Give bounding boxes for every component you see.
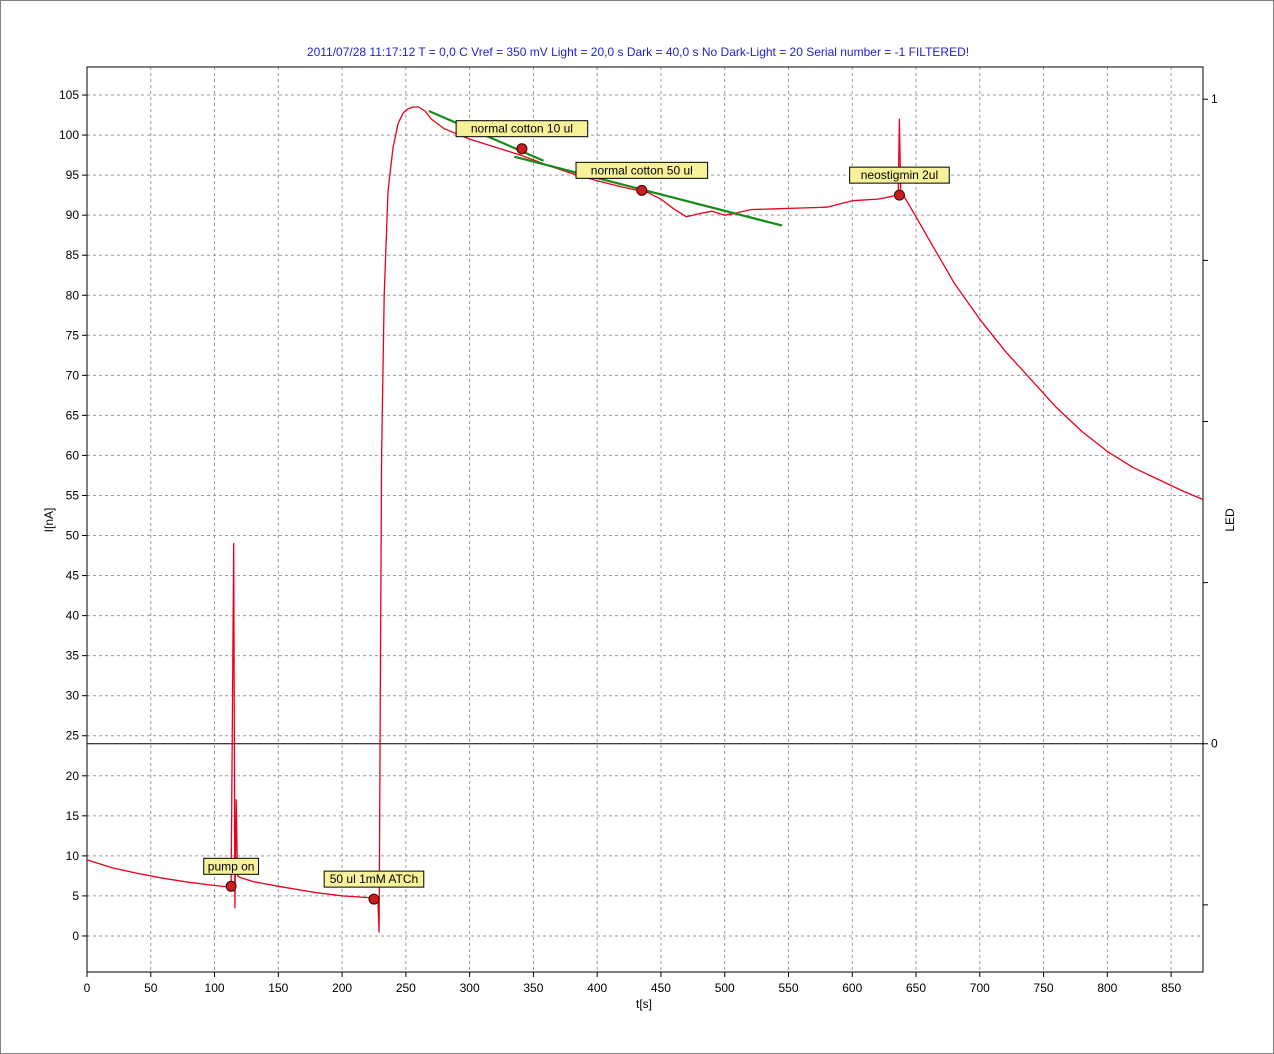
annotation-marker: [368, 893, 380, 905]
y-axis-ticks: 0 5 10 15 20 25 30 35 40 45 50 55 60 65 70 75 80 85 90 95 10…: [59, 88, 87, 943]
annotation-label: normal cotton 10 ul: [471, 122, 573, 136]
x-tick-label: 450: [651, 981, 671, 995]
x-axis-ticks: 0 50 100 150 200 250 300 350 400 450 500 550 600 650 7…: [84, 972, 1181, 995]
x-axis-label: t[s]: [636, 997, 652, 1011]
annotation-label: pump on: [208, 859, 255, 873]
y-tick-label: 80: [66, 288, 80, 302]
y-tick-label: 10: [66, 849, 80, 863]
x-tick-label: 150: [268, 981, 288, 995]
y-tick-label: 15: [66, 809, 80, 823]
annotation-label: 50 ul 1mM ATCh: [330, 872, 418, 886]
chart-title: 2011/07/28 11:17:12 T = 0,0 C Vref = 350…: [307, 45, 969, 59]
x-tick-label: 0: [84, 981, 91, 995]
annotation-label: neostigmin 2ul: [861, 168, 938, 182]
y-tick-label: 60: [66, 448, 80, 462]
y-tick-label: 45: [66, 569, 80, 583]
y-tick-label: 85: [66, 248, 80, 262]
y-tick-label: 35: [66, 649, 80, 663]
annotation-layer: pump on 50 ul 1mM ATCh normal cotton 10 ul…: [203, 120, 950, 905]
y2-tick-label: 0: [1211, 737, 1218, 751]
y-axis-label: I[nA]: [42, 508, 56, 533]
x-tick-label: 850: [1161, 981, 1181, 995]
y-tick-label: 25: [66, 729, 80, 743]
y-tick-label: 100: [59, 128, 79, 142]
y-tick-label: 55: [66, 488, 80, 502]
x-tick-label: 50: [144, 981, 158, 995]
annotation: normal cotton 10 ul: [455, 120, 589, 155]
x-tick-label: 750: [1034, 981, 1054, 995]
y-tick-label: 20: [66, 769, 80, 783]
annotation: neostigmin 2ul: [849, 166, 950, 201]
x-tick-label: 400: [587, 981, 607, 995]
y-tick-label: 70: [66, 368, 80, 382]
y-tick-label: 95: [66, 168, 80, 182]
chart: 2011/07/28 11:17:12 T = 0,0 C Vref = 350…: [42, 45, 1237, 1011]
x-tick-label: 700: [970, 981, 990, 995]
annotation: 50 ul 1mM ATCh: [323, 870, 425, 905]
annotation-label: normal cotton 50 ul: [591, 163, 693, 177]
current-series-line: [86, 106, 1204, 933]
annotation-marker: [893, 189, 905, 201]
y-tick-label: 30: [66, 689, 80, 703]
y-tick-label: 0: [72, 929, 79, 943]
series-layer: [86, 106, 1204, 933]
x-tick-label: 600: [842, 981, 862, 995]
grid: [87, 67, 1203, 972]
x-tick-label: 100: [205, 981, 225, 995]
x-tick-label: 550: [778, 981, 798, 995]
x-tick-label: 200: [332, 981, 352, 995]
x-tick-label: 500: [715, 981, 735, 995]
y2-axis-label: LED: [1223, 508, 1237, 532]
y-tick-label: 50: [66, 529, 80, 543]
y-tick-label: 5: [72, 889, 79, 903]
y-tick-label: 90: [66, 208, 80, 222]
y2-axis: 10: [87, 92, 1218, 906]
annotation-marker: [516, 143, 528, 155]
x-tick-label: 650: [906, 981, 926, 995]
y-tick-label: 105: [59, 88, 79, 102]
plot-area: [86, 66, 1204, 973]
x-tick-label: 250: [396, 981, 416, 995]
annotation-marker: [636, 184, 648, 196]
y-tick-label: 40: [66, 609, 80, 623]
x-tick-label: 800: [1097, 981, 1117, 995]
y-tick-label: 75: [66, 328, 80, 342]
annotation: normal cotton 50 ul: [575, 161, 709, 196]
annotation: pump on: [203, 857, 260, 892]
annotation-marker: [225, 880, 237, 892]
y2-tick-label: 1: [1211, 92, 1218, 106]
y-tick-label: 65: [66, 408, 80, 422]
x-tick-label: 350: [523, 981, 543, 995]
x-tick-label: 300: [460, 981, 480, 995]
